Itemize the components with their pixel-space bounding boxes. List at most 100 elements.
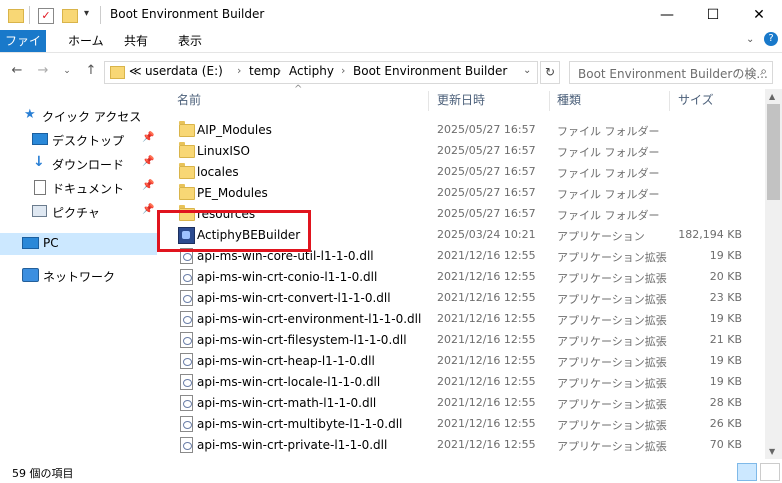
file-name: api-ms-win-crt-multibyte-l1-1-0.dll bbox=[197, 417, 403, 431]
column-header-type[interactable]: 種類 bbox=[557, 91, 581, 108]
pin-icon[interactable]: 📌 bbox=[142, 132, 154, 143]
dll-file-icon bbox=[180, 353, 193, 369]
file-type: アプリケーション拡張 bbox=[557, 314, 667, 327]
address-bar[interactable]: ≪ userdata (E:) › temp › Actiphy › Boot … bbox=[104, 61, 538, 84]
ribbon-expand-icon[interactable]: ⌄ bbox=[746, 34, 754, 45]
file-row[interactable]: api-ms-win-crt-convert-l1-1-0.dll 2021/12… bbox=[168, 288, 748, 309]
file-row[interactable]: api-ms-win-crt-heap-l1-1-0.dll 2021/12/16… bbox=[168, 351, 748, 372]
nav-pc[interactable]: PC bbox=[0, 233, 157, 255]
up-icon[interactable]: ↑ bbox=[82, 61, 100, 81]
search-input[interactable]: Boot Environment Builderの検... bbox=[578, 65, 768, 82]
quick-access-dropdown-icon[interactable]: ▾ bbox=[84, 8, 89, 19]
dll-file-icon bbox=[180, 269, 193, 285]
refresh-icon[interactable]: ↻ bbox=[540, 61, 560, 84]
file-type: ファイル フォルダー bbox=[557, 167, 660, 180]
dll-file-icon bbox=[180, 311, 193, 327]
file-row[interactable]: api-ms-win-crt-locale-l1-1-0.dll 2021/12/… bbox=[168, 372, 748, 393]
nav-pictures[interactable]: ピクチャ 📌 bbox=[0, 201, 157, 223]
details-view-icon[interactable] bbox=[737, 463, 757, 481]
file-name: api-ms-win-crt-filesystem-l1-1-0.dll bbox=[197, 333, 407, 347]
nav-label: PC bbox=[43, 236, 59, 250]
breadcrumb-current[interactable]: Boot Environment Builder bbox=[353, 64, 507, 78]
pin-icon[interactable]: 📌 bbox=[142, 156, 154, 167]
folder-icon bbox=[179, 163, 195, 179]
title-bar: ✓ ▾ Boot Environment Builder — ☐ ✕ bbox=[0, 0, 782, 30]
file-date: 2025/05/27 16:57 bbox=[437, 165, 536, 178]
breadcrumb-separator-icon[interactable]: › bbox=[237, 64, 241, 77]
column-header-date[interactable]: 更新日時 bbox=[437, 91, 485, 108]
breadcrumb-actiphy[interactable]: Actiphy bbox=[289, 64, 334, 78]
nav-quick-access[interactable]: ★ クイック アクセス bbox=[0, 105, 157, 127]
file-name: locales bbox=[197, 165, 239, 179]
document-icon bbox=[34, 180, 46, 195]
navigation-row: ← → ⌄ ↑ ≪ userdata (E:) › temp › Actiphy… bbox=[0, 53, 782, 89]
nav-network[interactable]: ネットワーク bbox=[0, 265, 157, 287]
tab-home[interactable]: ホーム bbox=[58, 30, 114, 52]
file-row[interactable]: api-ms-win-crt-private-l1-1-0.dll 2021/12… bbox=[168, 435, 748, 456]
folder-icon bbox=[110, 66, 125, 79]
file-row[interactable]: api-ms-win-crt-multibyte-l1-1-0.dll 2021/… bbox=[168, 414, 748, 435]
maximize-button[interactable]: ☐ bbox=[690, 0, 736, 30]
nav-desktop[interactable]: デスクトップ 📌 bbox=[0, 129, 157, 151]
minimize-button[interactable]: — bbox=[644, 0, 690, 30]
file-date: 2021/12/16 12:55 bbox=[437, 291, 536, 304]
nav-label: クイック アクセス bbox=[42, 110, 142, 124]
status-bar: 59 個の項目 bbox=[0, 459, 782, 483]
folder-icon bbox=[179, 142, 195, 158]
pin-icon[interactable]: 📌 bbox=[142, 180, 154, 191]
file-name: PE_Modules bbox=[197, 186, 268, 200]
file-row[interactable]: api-ms-win-crt-conio-l1-1-0.dll 2021/12/1… bbox=[168, 267, 748, 288]
close-button[interactable]: ✕ bbox=[736, 0, 782, 30]
pin-icon[interactable]: 📌 bbox=[142, 204, 154, 215]
breadcrumb-temp[interactable]: temp bbox=[249, 64, 280, 78]
file-row[interactable]: api-ms-win-crt-filesystem-l1-1-0.dll 2021… bbox=[168, 330, 748, 351]
title-divider-2 bbox=[100, 6, 101, 24]
new-folder-icon[interactable] bbox=[62, 9, 78, 23]
breadcrumb-drive[interactable]: userdata (E:) bbox=[145, 64, 223, 78]
dll-file-icon bbox=[180, 290, 193, 306]
recent-dropdown-icon[interactable]: ⌄ bbox=[58, 61, 76, 81]
breadcrumb-separator-icon[interactable]: › bbox=[277, 64, 281, 77]
scroll-down-icon[interactable]: ▼ bbox=[769, 447, 775, 456]
file-name: AIP_Modules bbox=[197, 123, 272, 137]
column-header-size[interactable]: サイズ bbox=[678, 91, 714, 108]
folder-icon bbox=[179, 121, 195, 137]
file-size: 21 KB bbox=[709, 333, 742, 346]
tab-view[interactable]: 表示 bbox=[168, 30, 212, 52]
file-date: 2021/12/16 12:55 bbox=[437, 270, 536, 283]
breadcrumb-separator-icon[interactable]: › bbox=[341, 64, 345, 77]
breadcrumb-overflow[interactable]: ≪ bbox=[129, 64, 142, 78]
file-row[interactable]: api-ms-win-crt-math-l1-1-0.dll 2021/12/16… bbox=[168, 393, 748, 414]
properties-icon[interactable]: ✓ bbox=[38, 8, 54, 24]
nav-label: ピクチャ bbox=[52, 206, 100, 220]
file-name: api-ms-win-crt-locale-l1-1-0.dll bbox=[197, 375, 381, 389]
column-divider[interactable] bbox=[669, 91, 670, 111]
file-row[interactable]: AIP_Modules 2025/05/27 16:57 ファイル フォルダー bbox=[168, 120, 748, 141]
file-row[interactable]: PE_Modules 2025/05/27 16:57 ファイル フォルダー bbox=[168, 183, 748, 204]
file-name: api-ms-win-crt-math-l1-1-0.dll bbox=[197, 396, 377, 410]
file-type: アプリケーション拡張 bbox=[557, 335, 667, 348]
forward-icon[interactable]: → bbox=[34, 61, 52, 81]
tab-file[interactable]: ファイル bbox=[0, 30, 46, 70]
file-row[interactable]: LinuxISO 2025/05/27 16:57 ファイル フォルダー bbox=[168, 141, 748, 162]
large-icons-view-icon[interactable] bbox=[760, 463, 780, 481]
help-icon[interactable]: ? bbox=[764, 32, 778, 46]
search-box[interactable]: Boot Environment Builderの検... ⌕ bbox=[569, 61, 773, 84]
picture-icon bbox=[32, 205, 47, 217]
scrollbar-thumb[interactable] bbox=[767, 104, 780, 200]
file-date: 2025/05/27 16:57 bbox=[437, 123, 536, 136]
nav-downloads[interactable]: ↓ ダウンロード 📌 bbox=[0, 153, 157, 175]
download-icon: ↓ bbox=[33, 154, 45, 170]
column-divider[interactable] bbox=[428, 91, 429, 111]
scroll-up-icon[interactable]: ▲ bbox=[769, 92, 775, 101]
column-header-name[interactable]: 名前 bbox=[177, 91, 201, 108]
address-dropdown-icon[interactable]: ⌄ bbox=[523, 65, 531, 76]
file-size: 23 KB bbox=[709, 291, 742, 304]
back-icon[interactable]: ← bbox=[8, 61, 26, 81]
tab-share[interactable]: 共有 bbox=[114, 30, 158, 52]
file-row[interactable]: api-ms-win-crt-environment-l1-1-0.dll 202… bbox=[168, 309, 748, 330]
file-date: 2025/05/27 16:57 bbox=[437, 207, 536, 220]
nav-documents[interactable]: ドキュメント 📌 bbox=[0, 177, 157, 199]
column-divider[interactable] bbox=[549, 91, 550, 111]
file-row[interactable]: locales 2025/05/27 16:57 ファイル フォルダー bbox=[168, 162, 748, 183]
